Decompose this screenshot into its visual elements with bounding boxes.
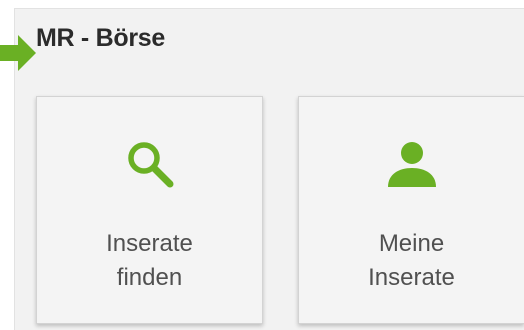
page-title: MR - Börse bbox=[36, 24, 165, 52]
find-listings-label: Inserate finden bbox=[106, 230, 193, 291]
my-listings-tile[interactable]: Meine Inserate bbox=[298, 96, 524, 324]
my-listings-label: Meine Inserate bbox=[368, 230, 455, 291]
search-icon bbox=[127, 142, 173, 188]
find-listings-tile[interactable]: Inserate finden bbox=[36, 96, 263, 324]
user-icon bbox=[387, 142, 436, 187]
pointer-arrow-icon bbox=[0, 35, 36, 71]
